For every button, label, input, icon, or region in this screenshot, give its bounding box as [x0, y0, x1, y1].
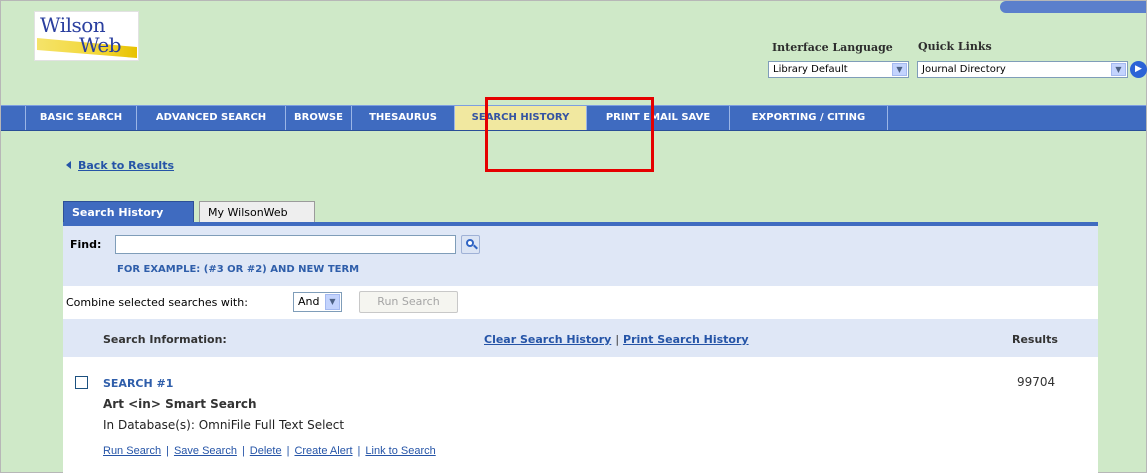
combine-operator-value: And: [298, 295, 320, 308]
history-actions: Clear Search History | Print Search Histor…: [484, 333, 749, 346]
nav-exporting-citing[interactable]: EXPORTING / CITING: [730, 106, 888, 130]
link-to-search-link[interactable]: Link to Search: [365, 445, 435, 457]
chevron-down-icon: ▼: [1111, 63, 1126, 76]
combine-operator-select[interactable]: And ▼: [293, 292, 342, 312]
back-to-results-label: Back to Results: [78, 159, 175, 172]
search-information-heading: Search Information:: [103, 333, 227, 346]
find-example-text: FOR EXAMPLE: (#3 OR #2) AND NEW TERM: [117, 264, 360, 275]
interface-language-select[interactable]: Library Default ▼: [768, 61, 909, 78]
search-icon[interactable]: [461, 235, 480, 254]
search-result-count: 99704: [1017, 375, 1056, 389]
search-databases: In Database(s): OmniFile Full Text Selec…: [103, 418, 345, 432]
run-search-link[interactable]: Run Search: [103, 445, 161, 457]
chevron-down-icon: ▼: [892, 63, 907, 76]
wilsonweb-logo[interactable]: Wilson Web: [34, 11, 139, 61]
search-select-checkbox[interactable]: [75, 376, 88, 389]
quick-links-select[interactable]: Journal Directory ▼: [917, 61, 1128, 78]
interface-language-label: Interface Language: [772, 41, 893, 54]
link-separator: |: [241, 445, 245, 457]
top-corner-tab: [1000, 1, 1146, 13]
clear-search-history-link[interactable]: Clear Search History: [484, 333, 611, 346]
chevron-down-icon: ▼: [325, 294, 340, 310]
tab-search-history[interactable]: Search History: [63, 201, 194, 223]
highlight-annotation-box: [485, 97, 654, 172]
quick-links-label: Quick Links: [918, 40, 992, 53]
link-separator: |: [166, 445, 169, 457]
run-search-button[interactable]: Run Search: [359, 291, 458, 313]
back-arrow-icon: [66, 161, 71, 169]
quick-links-value: Journal Directory: [922, 64, 1006, 75]
search-action-links: Run Search | Save Search | Delete | Create Ale…: [103, 445, 436, 457]
nav-browse[interactable]: BROWSE: [286, 106, 352, 130]
interface-language-value: Library Default: [773, 64, 848, 75]
search-query: Art <in> Smart Search: [103, 397, 257, 411]
delete-link[interactable]: Delete: [250, 445, 282, 457]
logo-text-bottom: Web: [79, 33, 122, 57]
search-title[interactable]: SEARCH #1: [103, 377, 173, 390]
save-search-link[interactable]: Save Search: [174, 445, 237, 457]
find-label: Find:: [70, 238, 102, 251]
combine-label: Combine selected searches with:: [66, 296, 248, 309]
print-search-history-link[interactable]: Print Search History: [623, 333, 749, 346]
find-input[interactable]: [115, 235, 456, 254]
create-alert-link[interactable]: Create Alert: [294, 445, 352, 457]
go-arrow-icon[interactable]: ▶: [1130, 61, 1147, 78]
nav-basic-search[interactable]: BASIC SEARCH: [25, 106, 137, 130]
link-separator: |: [615, 333, 620, 346]
results-heading: Results: [1012, 333, 1058, 346]
nav-advanced-search[interactable]: ADVANCED SEARCH: [137, 106, 286, 130]
link-separator: |: [286, 445, 290, 457]
back-to-results-link[interactable]: Back to Results: [66, 159, 174, 172]
nav-thesaurus[interactable]: THESAURUS: [352, 106, 455, 130]
link-separator: |: [357, 445, 361, 457]
magnifier-handle: [473, 244, 478, 250]
tab-my-wilsonweb[interactable]: My WilsonWeb: [199, 201, 315, 223]
